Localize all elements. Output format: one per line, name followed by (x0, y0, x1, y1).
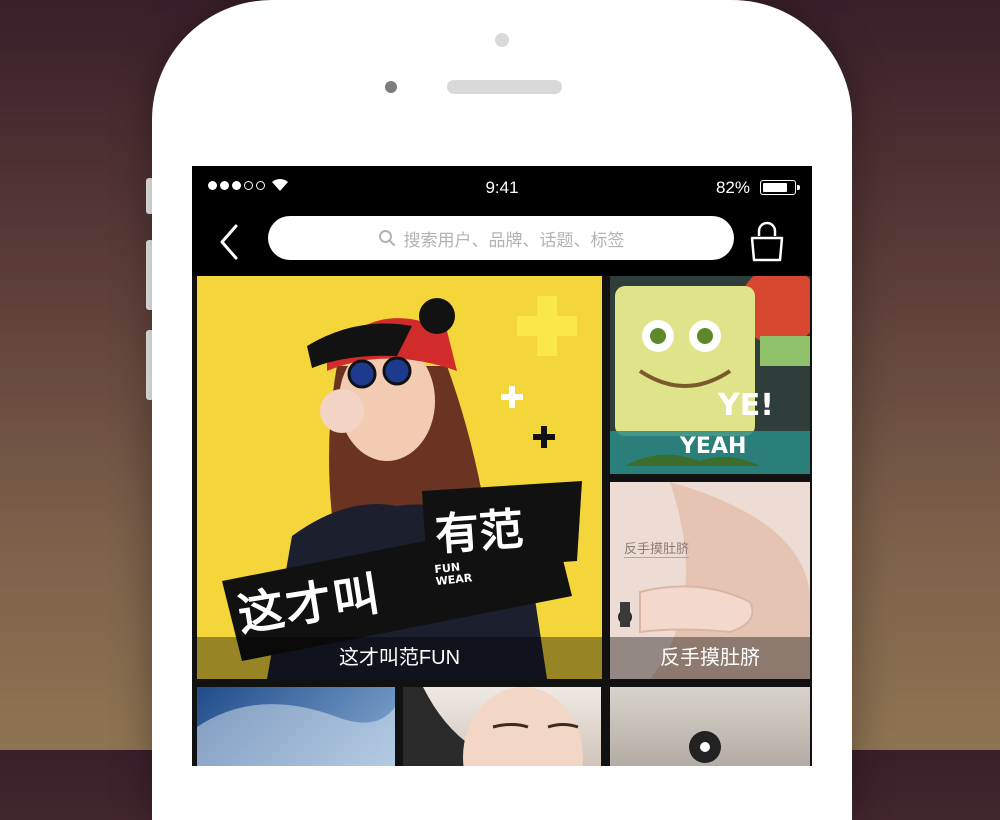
tile-caption: 反手摸肚脐 (610, 637, 810, 679)
battery-percent: 82% (715, 178, 750, 197)
featured-headline-2: 有范 (433, 503, 525, 561)
back-arrow-icon[interactable] (216, 222, 244, 262)
feed-tile-6[interactable] (610, 687, 810, 766)
search-input[interactable]: 搜索用户、品牌、话题、标签 (268, 216, 734, 260)
earpiece-speaker (447, 80, 562, 94)
status-bar: 9:41 82% (192, 166, 812, 208)
front-camera (385, 81, 397, 93)
food-overlay-text: YE! (718, 388, 774, 423)
feed-tile-featured[interactable]: 这才叫 有范 FUN WEAR 这才叫范FUN (197, 276, 602, 679)
proximity-sensor (495, 33, 509, 47)
feed-tile-food[interactable]: YE! YEAH (610, 276, 810, 474)
food-overlay-text-2: YEAH (680, 434, 747, 459)
battery-icon (760, 180, 800, 195)
feed-tile-fitness[interactable]: 反手摸肚脐 反手摸肚脐 (610, 482, 810, 679)
feed-grid: 这才叫 有范 FUN WEAR 这才叫范FUN YE! YEAH 反手摸肚脐 反… (192, 276, 812, 766)
tile-photo (403, 687, 583, 766)
search-icon (378, 230, 395, 246)
shopping-bag-icon[interactable] (748, 220, 786, 264)
feed-tile-5[interactable] (403, 687, 601, 766)
feed-tile-4[interactable] (197, 687, 395, 766)
tile-photo (197, 704, 395, 766)
nav-bar: 搜索用户、品牌、话题、标签 (192, 208, 812, 276)
tile-caption: 这才叫范FUN (197, 637, 602, 679)
app-screen: 9:41 82% 搜索用户、品牌、话题、标签 这才叫 有范 FUN WEAR 这… (192, 166, 812, 766)
search-placeholder: 搜索用户、品牌、话题、标签 (403, 230, 625, 250)
fitness-overlay-text: 反手摸肚脐 (624, 538, 690, 558)
tile-photo (689, 731, 721, 763)
